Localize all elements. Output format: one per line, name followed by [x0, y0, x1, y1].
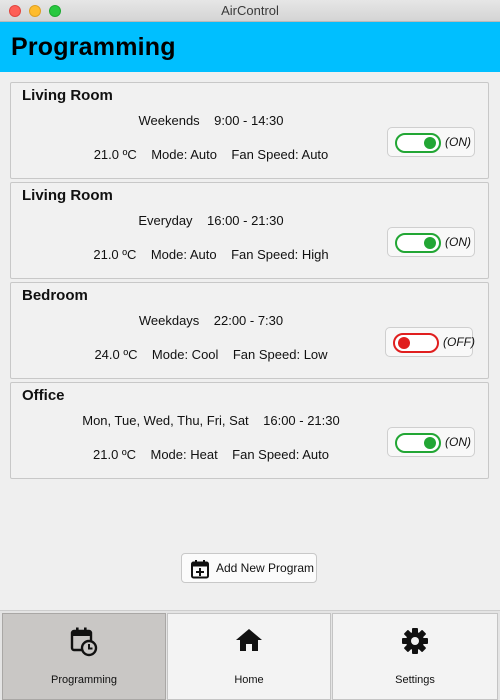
program-toggle[interactable]: (ON) — [387, 427, 475, 457]
program-toggle[interactable]: (ON) — [387, 227, 475, 257]
toggle-switch[interactable] — [393, 333, 439, 353]
toggle-knob — [424, 137, 436, 149]
toggle-switch[interactable] — [395, 433, 441, 453]
toggle-state-label: (ON) — [445, 135, 471, 149]
toggle-knob — [424, 237, 436, 249]
program-schedule: Weekdays 22:00 - 7:30 — [138, 313, 284, 328]
program-schedule: Mon, Tue, Wed, Thu, Fri, Sat 16:00 - 21:… — [82, 413, 340, 428]
window-titlebar: AirControl — [0, 0, 500, 22]
program-room: Office — [22, 387, 65, 404]
program-toggle[interactable]: (ON) — [387, 127, 475, 157]
toggle-knob — [424, 437, 436, 449]
page-header: Programming — [0, 22, 500, 72]
program-schedule: Everyday 16:00 - 21:30 — [138, 213, 284, 228]
gear-icon — [401, 627, 429, 660]
program-settings: 21.0 ºC Mode: Auto Fan Speed: High — [93, 247, 329, 262]
program-card[interactable]: Bedroom Weekdays 22:00 - 7:30 24.0 ºC Mo… — [10, 282, 489, 379]
nav-home-label: Home — [234, 674, 264, 686]
program-toggle[interactable]: (OFF) — [385, 327, 475, 357]
window-title: AirControl — [221, 3, 279, 18]
program-room: Bedroom — [22, 287, 88, 304]
toggle-state-label: (ON) — [445, 235, 471, 249]
program-card[interactable]: Office Mon, Tue, Wed, Thu, Fri, Sat 16:0… — [10, 382, 489, 479]
nav-settings[interactable]: Settings — [332, 613, 498, 700]
nav-settings-label: Settings — [395, 674, 435, 686]
program-card[interactable]: Living Room Weekends 9:00 - 14:30 21.0 º… — [10, 82, 489, 179]
add-new-program-button[interactable]: Add New Program — [181, 553, 317, 583]
program-settings: 21.0 ºC Mode: Heat Fan Speed: Auto — [93, 447, 329, 462]
program-room: Living Room — [22, 187, 113, 204]
home-icon — [235, 627, 263, 658]
program-card[interactable]: Living Room Everyday 16:00 - 21:30 21.0 … — [10, 182, 489, 279]
add-new-program-label: Add New Program — [216, 561, 315, 575]
nav-home[interactable]: Home — [167, 613, 331, 700]
bottom-navbar: Programming Home Settings — [0, 610, 500, 700]
toggle-knob — [398, 337, 410, 349]
program-settings: 21.0 ºC Mode: Auto Fan Speed: Auto — [93, 147, 329, 162]
program-list: Living Room Weekends 9:00 - 14:30 21.0 º… — [0, 72, 500, 610]
calendar-clock-icon — [70, 627, 98, 662]
program-settings: 24.0 ºC Mode: Cool Fan Speed: Low — [94, 347, 328, 362]
toggle-state-label: (OFF) — [443, 335, 475, 349]
nav-programming[interactable]: Programming — [2, 613, 166, 700]
calendar-plus-icon — [190, 559, 210, 584]
nav-programming-label: Programming — [50, 674, 118, 686]
program-schedule: Weekends 9:00 - 14:30 — [138, 113, 284, 128]
toggle-state-label: (ON) — [445, 435, 471, 449]
program-room: Living Room — [22, 87, 113, 104]
page-title: Programming — [11, 33, 176, 61]
toggle-switch[interactable] — [395, 233, 441, 253]
toggle-switch[interactable] — [395, 133, 441, 153]
